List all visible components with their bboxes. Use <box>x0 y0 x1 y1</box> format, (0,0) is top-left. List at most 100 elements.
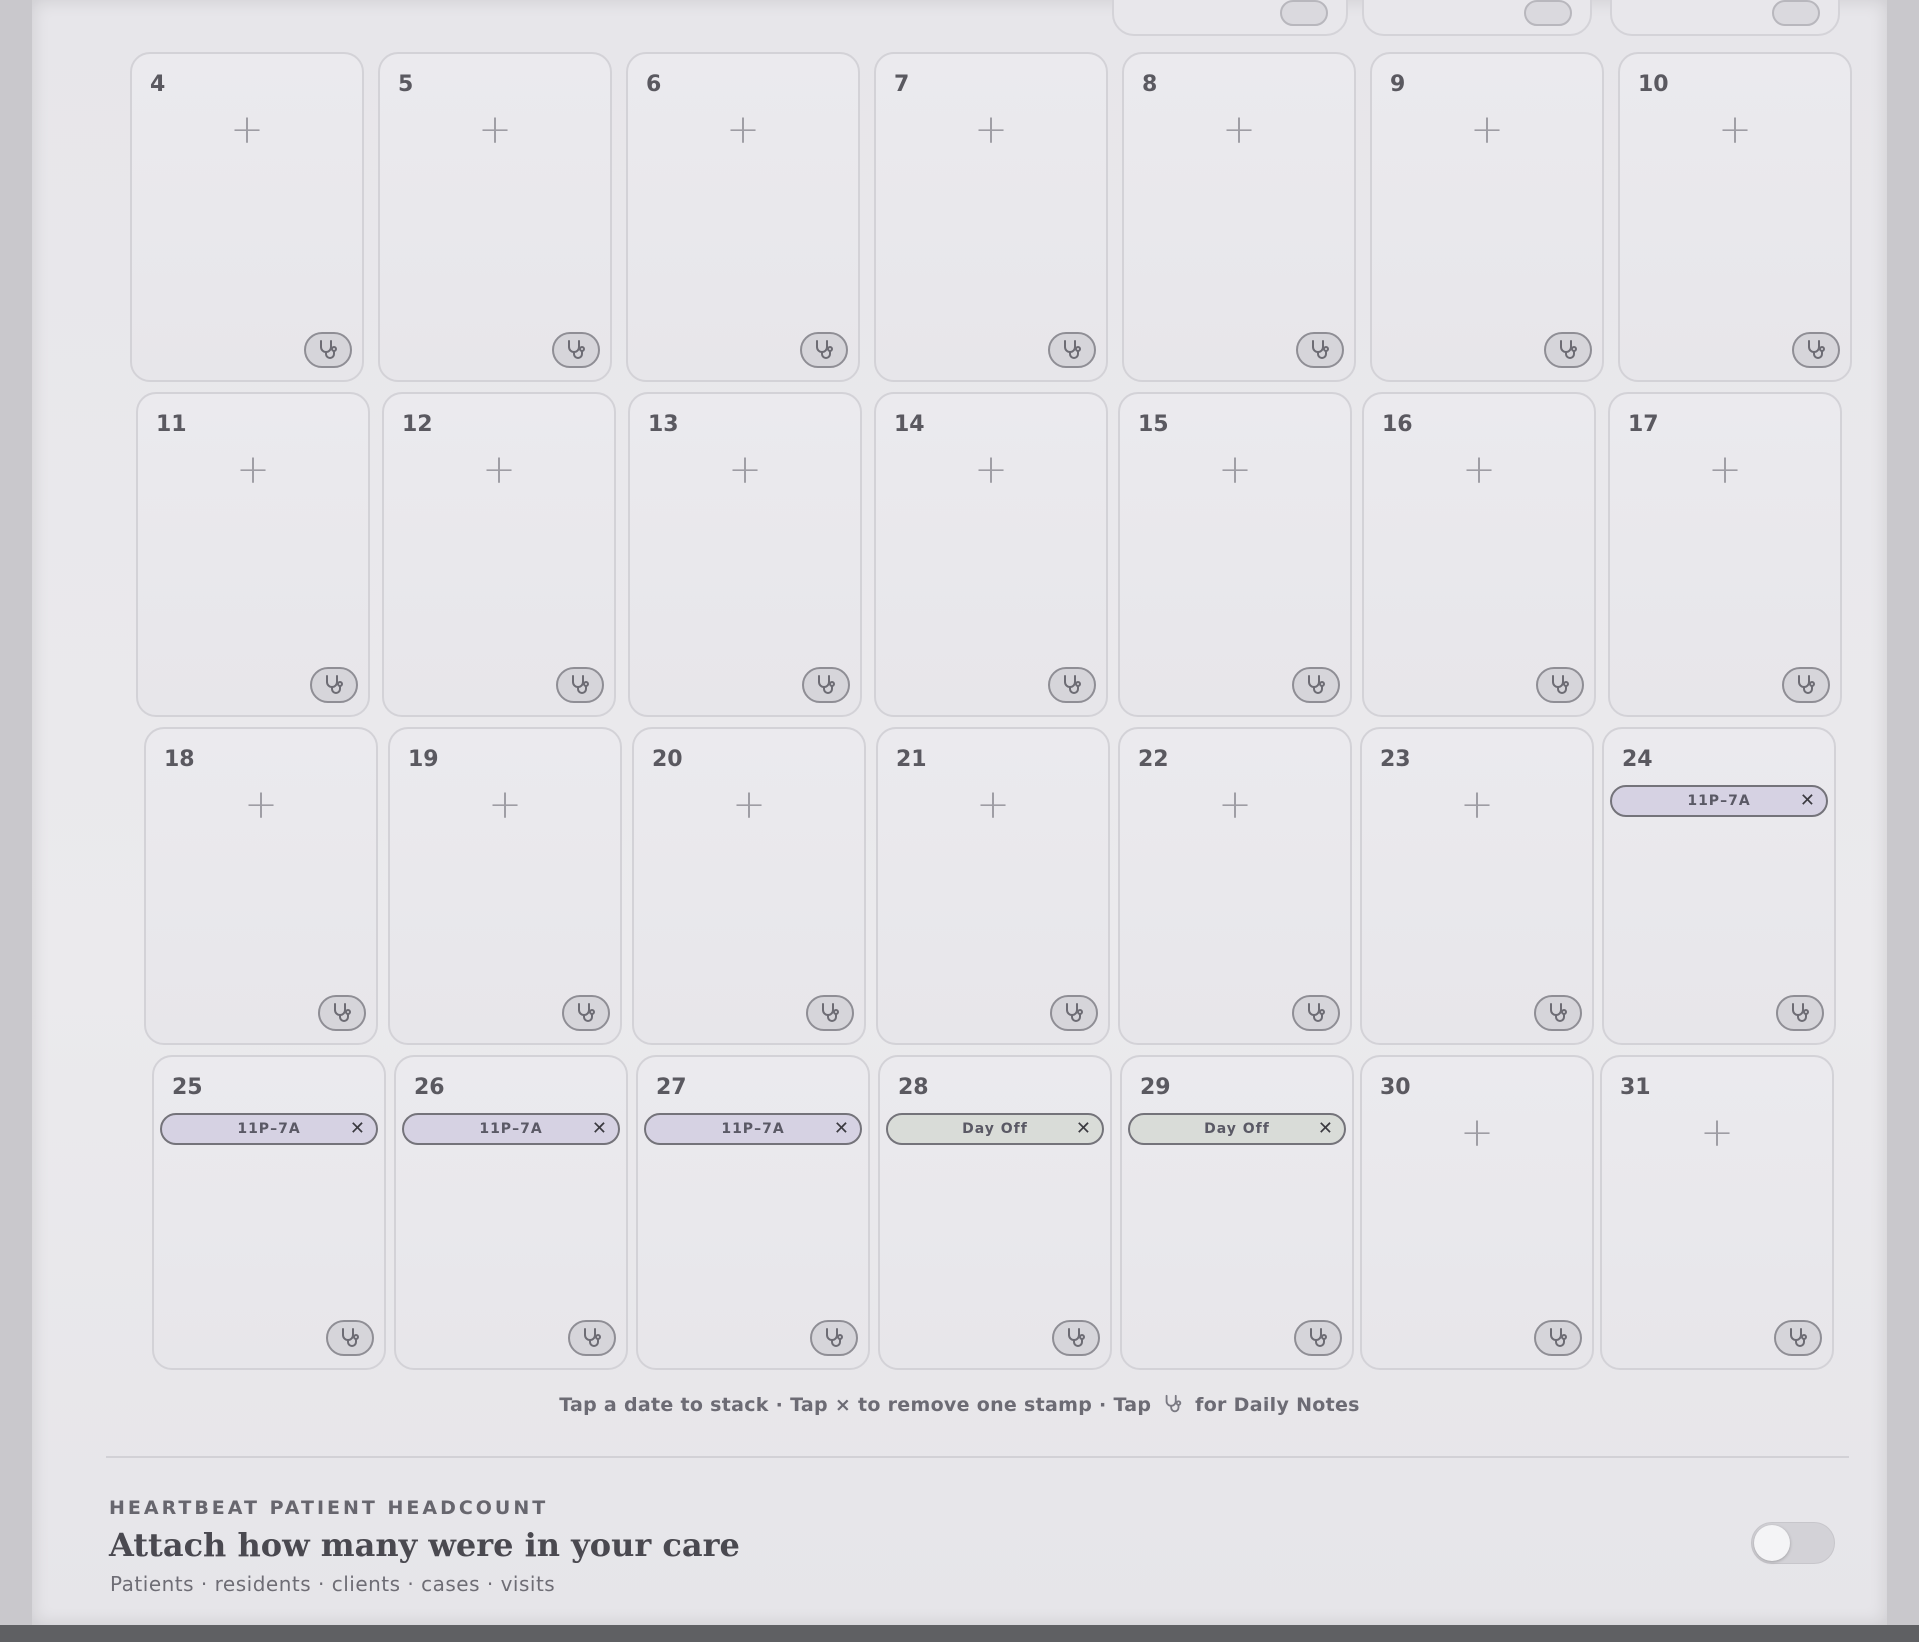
day-cell[interactable]: 19 + <box>388 727 622 1045</box>
add-stamp-icon[interactable]: + <box>1708 450 1742 490</box>
day-cell[interactable]: 7 + <box>874 52 1108 382</box>
day-cell[interactable]: 6 + <box>626 52 860 382</box>
daily-notes-button[interactable] <box>1792 332 1840 368</box>
daily-notes-button[interactable] <box>1544 332 1592 368</box>
day-cell[interactable]: 25 11P–7A ✕ <box>152 1055 386 1370</box>
day-cell[interactable]: 9 + <box>1370 52 1604 382</box>
day-cell[interactable]: 31 + <box>1600 1055 1834 1370</box>
daily-notes-button[interactable] <box>318 995 366 1031</box>
remove-stamp-icon[interactable]: ✕ <box>350 1120 366 1138</box>
daily-notes-button[interactable] <box>1534 1320 1582 1356</box>
daily-notes-button[interactable] <box>326 1320 374 1356</box>
day-cell[interactable]: 18 + <box>144 727 378 1045</box>
daily-notes-button[interactable] <box>1048 667 1096 703</box>
shift-stamp[interactable]: 11P–7A ✕ <box>160 1113 378 1145</box>
daily-notes-button[interactable] <box>1782 667 1830 703</box>
daily-notes-button[interactable] <box>562 995 610 1031</box>
add-stamp-icon[interactable]: + <box>244 785 278 825</box>
add-stamp-icon[interactable]: + <box>1470 110 1504 150</box>
day-number: 24 <box>1622 747 1653 772</box>
daily-notes-button[interactable] <box>1534 995 1582 1031</box>
day-cell[interactable]: 29 Day Off ✕ <box>1120 1055 1354 1370</box>
daily-notes-button[interactable] <box>556 667 604 703</box>
day-cell[interactable]: 4 + <box>130 52 364 382</box>
day-cell[interactable]: 14 + <box>874 392 1108 717</box>
daily-notes-button[interactable] <box>1050 995 1098 1031</box>
daily-notes-button[interactable] <box>310 667 358 703</box>
daily-notes-button[interactable] <box>800 332 848 368</box>
add-stamp-icon[interactable]: + <box>1718 110 1752 150</box>
stamp-label: Day Off <box>962 1121 1028 1137</box>
remove-stamp-icon[interactable]: ✕ <box>1800 792 1816 810</box>
daily-notes-button[interactable] <box>1774 1320 1822 1356</box>
daily-notes-button[interactable] <box>1292 667 1340 703</box>
day-cell[interactable]: 11 + <box>136 392 370 717</box>
day-number: 6 <box>646 72 662 97</box>
day-cell[interactable]: 12 + <box>382 392 616 717</box>
add-stamp-icon[interactable]: + <box>488 785 522 825</box>
day-cell[interactable]: 22 + <box>1118 727 1352 1045</box>
daily-notes-button[interactable] <box>1296 332 1344 368</box>
stethoscope-icon <box>1060 673 1084 697</box>
day-cell[interactable]: 24 11P–7A ✕ <box>1602 727 1836 1045</box>
daily-notes-button[interactable] <box>1536 667 1584 703</box>
add-stamp-icon[interactable]: + <box>974 450 1008 490</box>
day-cell[interactable]: 15 + <box>1118 392 1352 717</box>
remove-stamp-icon[interactable]: ✕ <box>1076 1120 1092 1138</box>
shift-stamp[interactable]: 11P–7A ✕ <box>1610 785 1828 817</box>
stethoscope-icon <box>568 673 592 697</box>
shift-stamp[interactable]: 11P–7A ✕ <box>644 1113 862 1145</box>
day-cell[interactable]: 17 + <box>1608 392 1842 717</box>
add-stamp-icon[interactable]: + <box>1700 1113 1734 1153</box>
daily-notes-button[interactable] <box>568 1320 616 1356</box>
add-stamp-icon[interactable]: + <box>1222 110 1256 150</box>
daily-notes-button[interactable] <box>304 332 352 368</box>
add-stamp-icon[interactable]: + <box>1462 450 1496 490</box>
daily-notes-button[interactable] <box>1052 1320 1100 1356</box>
stethoscope-icon <box>1546 1001 1570 1025</box>
remove-stamp-icon[interactable]: ✕ <box>834 1120 850 1138</box>
daily-notes-button[interactable] <box>1776 995 1824 1031</box>
add-stamp-icon[interactable]: + <box>478 110 512 150</box>
day-cell[interactable]: 26 11P–7A ✕ <box>394 1055 628 1370</box>
day-cell[interactable]: 21 + <box>876 727 1110 1045</box>
day-cell[interactable]: 27 11P–7A ✕ <box>636 1055 870 1370</box>
day-cell[interactable]: 23 + <box>1360 727 1594 1045</box>
add-stamp-icon[interactable]: + <box>732 785 766 825</box>
add-stamp-icon[interactable]: + <box>236 450 270 490</box>
headcount-toggle[interactable] <box>1751 1522 1835 1564</box>
daily-notes-button[interactable] <box>1292 995 1340 1031</box>
add-stamp-icon[interactable]: + <box>1460 1113 1494 1153</box>
add-stamp-icon[interactable]: + <box>482 450 516 490</box>
day-number: 13 <box>648 412 679 437</box>
day-cell[interactable]: 28 Day Off ✕ <box>878 1055 1112 1370</box>
stethoscope-icon <box>330 1001 354 1025</box>
day-cell[interactable]: 16 + <box>1362 392 1596 717</box>
add-stamp-icon[interactable]: + <box>974 110 1008 150</box>
daily-notes-button[interactable] <box>1048 332 1096 368</box>
daily-notes-button[interactable] <box>806 995 854 1031</box>
headcount-title: Attach how many were in your care <box>109 1526 740 1564</box>
shift-stamp[interactable]: 11P–7A ✕ <box>402 1113 620 1145</box>
day-cell[interactable]: 30 + <box>1360 1055 1594 1370</box>
add-stamp-icon[interactable]: + <box>1460 785 1494 825</box>
day-cell[interactable]: 20 + <box>632 727 866 1045</box>
day-cell[interactable]: 5 + <box>378 52 612 382</box>
remove-stamp-icon[interactable]: ✕ <box>1318 1120 1334 1138</box>
add-stamp-icon[interactable]: + <box>230 110 264 150</box>
daily-notes-button[interactable] <box>1294 1320 1342 1356</box>
add-stamp-icon[interactable]: + <box>976 785 1010 825</box>
daily-notes-button[interactable] <box>552 332 600 368</box>
daily-notes-button[interactable] <box>802 667 850 703</box>
day-cell[interactable]: 10 + <box>1618 52 1852 382</box>
day-cell[interactable]: 13 + <box>628 392 862 717</box>
add-stamp-icon[interactable]: + <box>1218 450 1252 490</box>
day-off-stamp[interactable]: Day Off ✕ <box>886 1113 1104 1145</box>
day-off-stamp[interactable]: Day Off ✕ <box>1128 1113 1346 1145</box>
add-stamp-icon[interactable]: + <box>728 450 762 490</box>
remove-stamp-icon[interactable]: ✕ <box>592 1120 608 1138</box>
day-cell[interactable]: 8 + <box>1122 52 1356 382</box>
daily-notes-button[interactable] <box>810 1320 858 1356</box>
add-stamp-icon[interactable]: + <box>726 110 760 150</box>
add-stamp-icon[interactable]: + <box>1218 785 1252 825</box>
